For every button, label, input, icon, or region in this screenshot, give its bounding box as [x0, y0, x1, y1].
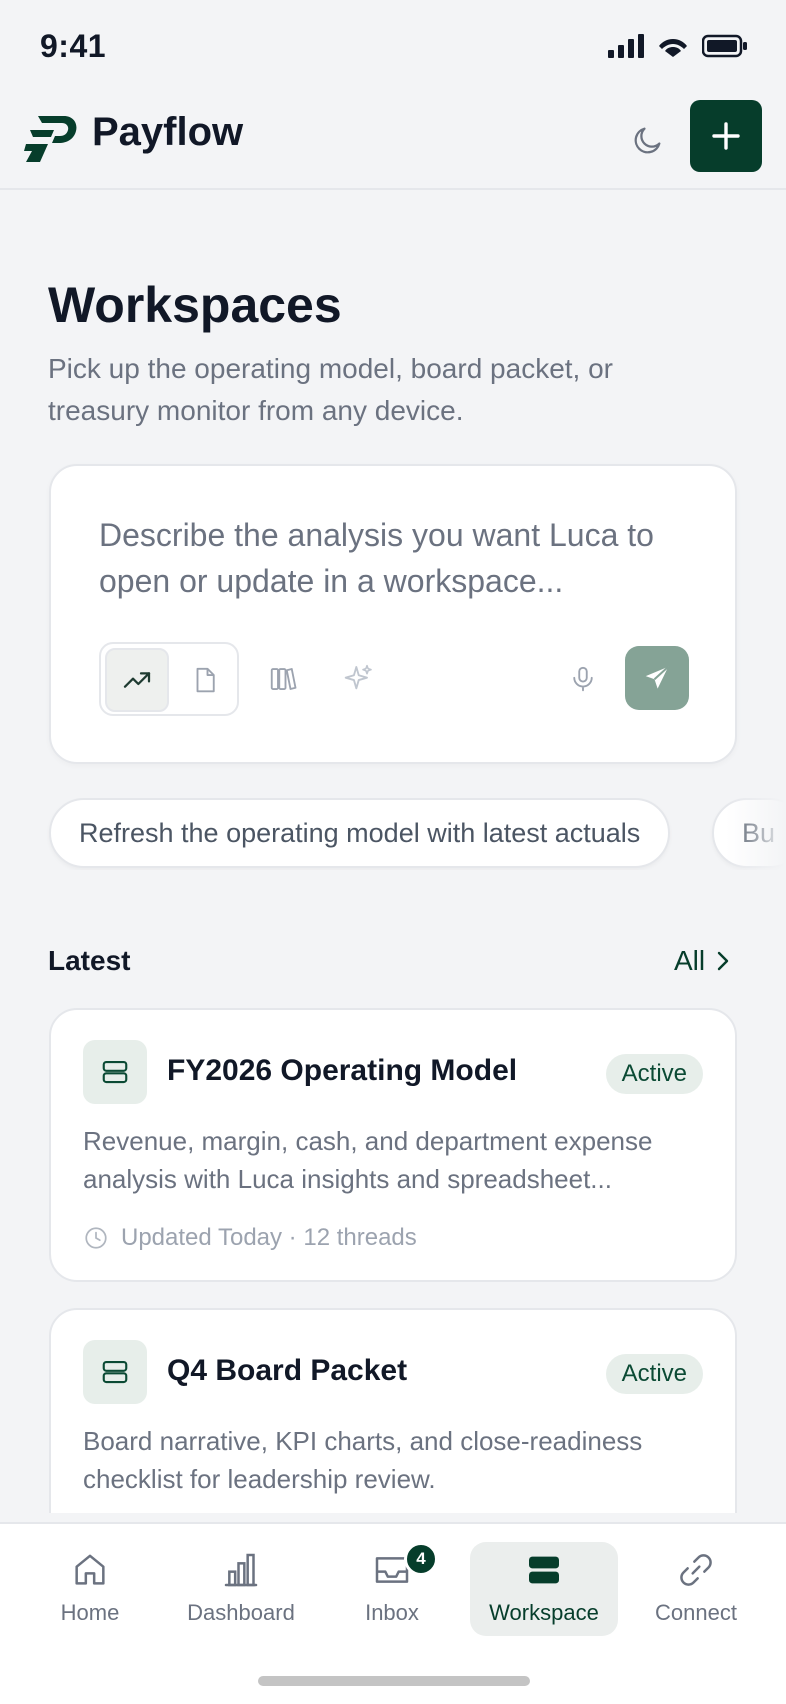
send-icon	[645, 666, 669, 689]
nav-item-inbox[interactable]: 4 Inbox	[318, 1542, 466, 1636]
send-button[interactable]	[625, 646, 689, 710]
signal-icon	[608, 34, 644, 58]
status-time: 9:41	[40, 28, 107, 64]
moon-icon	[634, 127, 661, 154]
payflow-logo-icon	[24, 116, 77, 162]
document-icon	[196, 667, 215, 693]
bar-chart-icon	[224, 1553, 258, 1587]
workspace-card[interactable]: FY2026 Operating Model Active Revenue, m…	[49, 1008, 737, 1282]
document-mode-button[interactable]	[173, 648, 237, 712]
server-icon	[102, 1360, 128, 1384]
latest-section-title: Latest	[48, 945, 131, 976]
page-title: Workspaces	[48, 277, 342, 333]
composer-input[interactable]: Describe the analysis you want Luca to o…	[99, 512, 689, 604]
page-subtitle: Pick up the operating model, board packe…	[48, 353, 614, 426]
workspace-title: FY2026 Operating Model	[167, 1054, 518, 1087]
home-indicator	[258, 1676, 530, 1686]
inbox-count-badge: 4	[404, 1542, 438, 1576]
suggestion-chips: Refresh the operating model with latest …	[0, 798, 786, 870]
microphone-icon	[573, 666, 593, 692]
trending-up-icon	[123, 672, 151, 688]
workspace-description: Board narrative, KPI charts, and close-r…	[83, 1426, 643, 1494]
sparkle-icon	[344, 664, 372, 690]
workspace-icon	[83, 1340, 147, 1404]
nav-label: Workspace	[489, 1600, 599, 1625]
status-icons	[608, 34, 748, 58]
nav-label: Dashboard	[187, 1600, 295, 1625]
nav-label: Connect	[655, 1600, 737, 1625]
battery-icon	[702, 34, 747, 58]
analysis-composer: Describe the analysis you want Luca to o…	[49, 464, 737, 764]
status-badge: Active	[605, 1054, 703, 1094]
app-header: Payflow	[0, 96, 786, 190]
nav-item-home[interactable]: Home	[16, 1542, 164, 1636]
nav-item-dashboard[interactable]: Dashboard	[167, 1542, 315, 1636]
workspace-meta-text: Updated Today · 12 threads	[121, 1224, 417, 1251]
view-all-label: All	[674, 945, 706, 976]
server-icon	[102, 1060, 128, 1084]
clock-icon	[85, 1227, 107, 1249]
plus-icon	[712, 122, 740, 150]
suggestion-chip[interactable]: Refresh the operating model with latest …	[49, 798, 671, 868]
nav-item-workspace[interactable]: Workspace	[470, 1542, 618, 1636]
nav-label: Home	[60, 1600, 120, 1625]
workspace-title: Q4 Board Packet	[167, 1354, 408, 1387]
workspace-icon	[529, 1556, 559, 1584]
chip-fade-overlay	[726, 798, 786, 870]
app-title: Payflow	[92, 110, 244, 154]
home-icon	[75, 1554, 105, 1585]
microphone-button[interactable]	[553, 648, 613, 710]
theme-toggle-button[interactable]	[624, 116, 672, 164]
status-bar: 9:41	[0, 0, 786, 96]
view-all-link[interactable]: All	[674, 945, 731, 977]
workspace-meta: Updated Today · 12 threads	[83, 1224, 417, 1252]
chevron-right-icon	[717, 951, 729, 971]
nav-item-connect[interactable]: Connect	[622, 1542, 770, 1636]
nav-label: Inbox	[365, 1600, 419, 1625]
workspace-card[interactable]: Q4 Board Packet Active Board narrative, …	[49, 1308, 737, 1513]
status-badge: Active	[605, 1354, 703, 1394]
library-button[interactable]	[253, 648, 313, 710]
mode-toggle-group	[99, 642, 239, 716]
ai-sparkle-button[interactable]	[329, 648, 389, 710]
workspace-description: Revenue, margin, cash, and department ex…	[83, 1126, 653, 1194]
wifi-icon	[659, 39, 687, 57]
workspace-icon	[83, 1040, 147, 1104]
analysis-mode-button[interactable]	[105, 648, 169, 712]
library-icon	[270, 668, 297, 690]
new-workspace-button[interactable]	[690, 100, 762, 172]
link-icon	[680, 1554, 712, 1586]
workspace-list: FY2026 Operating Model Active Revenue, m…	[0, 1000, 786, 1513]
